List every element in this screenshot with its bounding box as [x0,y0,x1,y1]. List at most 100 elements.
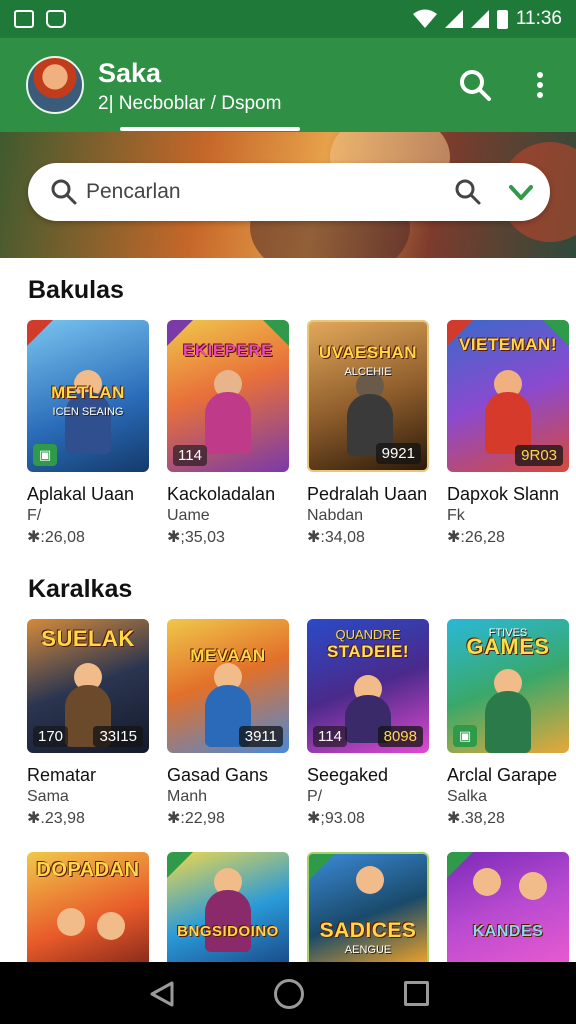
character-art [205,392,251,454]
game-card[interactable]: EKIEPERE 114 Kackoladalan Uame ✱;35,03 [167,320,289,547]
game-card[interactable]: SUELAK 170 33I15 Rematar Sama ✱.23,98 [27,619,149,828]
thumbnail-title: DOPADAN [36,859,140,881]
game-card[interactable]: FTIVES GAMES ▣ Arclal Garape Salka ✱.38,… [447,619,569,828]
score-badge: 33I15 [93,726,143,747]
game-thumbnail[interactable]: METLAN ICEN SEAING ▣ [27,320,149,472]
game-name: Rematar [27,765,97,785]
game-card[interactable]: UVAESHAN ALCEHIE 9921 Pedralah Uaan Nabd… [307,320,429,547]
game-rating: ✱;93.08 [307,810,365,827]
game-name: Dapxok Slann [447,484,560,504]
game-rating: ✱:34,08 [307,529,365,546]
thumbnail-title: UVAESHAN [318,343,418,362]
battery-icon [496,9,508,29]
game-name: Pedralah Uaan [307,484,428,504]
game-card[interactable]: KANDES [447,852,569,964]
corner-badge [543,320,569,346]
character-art [205,890,251,952]
home-icon[interactable] [274,979,304,1009]
level-badge: 114 [173,445,207,466]
signal-icon-2 [470,10,489,28]
game-thumbnail[interactable]: VIETEMAN! 9R03 [447,320,569,472]
game-name: Kackoladalan [167,484,276,504]
system-nav-bar [0,962,576,1024]
search-icon[interactable] [458,68,492,102]
game-row: SUELAK 170 33I15 Rematar Sama ✱.23,98 ME… [27,619,569,828]
corner-badge [27,320,53,346]
game-thumbnail[interactable]: SUELAK 170 33I15 [27,619,149,753]
status-right: 11:36 [412,8,562,30]
wifi-icon [412,9,437,28]
image-icon: ▣ [453,725,477,747]
app-header: Saka 2| Necboblar / Dspom [0,38,576,132]
level-badge: 114 [313,726,347,747]
game-card[interactable]: BNGSIDOINO [167,852,289,964]
more-options-icon[interactable] [528,68,552,102]
game-developer: F/ [27,507,42,524]
search-icon [51,179,77,205]
corner-badge [167,320,193,346]
game-thumbnail[interactable]: QUANDRE STADEIE! 114 8098 [307,619,429,753]
search-input[interactable] [86,173,446,211]
game-rating: ✱;35,03 [167,529,225,546]
game-developer: Manh [167,788,208,805]
game-thumbnail[interactable]: BNGSIDOINO [167,852,289,964]
game-card[interactable]: DOPADAN [27,852,149,964]
corner-badge [309,854,335,880]
game-thumbnail[interactable]: UVAESHAN ALCEHIE 9921 [307,320,429,472]
game-developer: Uame [167,507,210,524]
thumbnail-title: KANDES [472,923,544,940]
character-art [473,868,501,896]
game-thumbnail[interactable]: MEVAAN 3911 [167,619,289,753]
section-title: Bakulas [28,276,124,304]
corner-badge [447,852,473,878]
game-name: Aplakal Uaan [27,484,135,504]
game-thumbnail[interactable]: EKIEPERE 114 [167,320,289,472]
game-developer: Nabdan [307,507,364,524]
game-card[interactable]: SADICES AENGUE [307,852,429,964]
thumbnail-subtitle: AENGUE [344,944,392,956]
search-submit-icon[interactable] [454,178,482,206]
status-time: 11:36 [515,8,562,29]
game-card[interactable]: MEVAAN 3911 Gasad Gans Manh ✱:22,98 [167,619,289,828]
tab-indicator [120,127,300,131]
game-thumbnail[interactable]: FTIVES GAMES ▣ [447,619,569,753]
thumbnail-title: METLAN [51,383,125,402]
game-rating: ✱:26,08 [27,529,85,546]
status-left [14,10,66,28]
score-badge: 9R03 [515,445,563,466]
avatar[interactable] [26,56,84,114]
game-thumbnail[interactable]: SADICES AENGUE [307,852,429,964]
game-card[interactable]: QUANDRE STADEIE! 114 8098 Seegaked P/ ✱;… [307,619,429,828]
thumbnail-title: BNGSIDOINO [177,923,279,940]
app-title: Saka [98,58,162,88]
corner-badge [263,320,289,346]
game-name: Arclal Garape [447,765,558,785]
image-icon: ▣ [33,444,57,466]
level-badge: 170 [33,726,69,747]
game-developer: Fk [447,507,465,524]
game-thumbnail[interactable]: DOPADAN [27,852,149,964]
game-row: DOPADAN BNGSIDOINO SADICES AENGUE KANDES [27,852,569,964]
thumbnail-title: MEVAAN [190,646,266,665]
thumbnail-subtitle: ALCEHIE [344,366,392,378]
thumbnail-title: SUELAK [41,626,135,651]
game-name: Gasad Gans [167,765,269,785]
back-icon[interactable] [148,980,176,1008]
corner-badge [447,320,473,346]
check-icon[interactable] [506,177,536,207]
game-rating: ✱:26,28 [447,529,505,546]
game-thumbnail[interactable]: KANDES [447,852,569,964]
character-art [356,866,384,894]
character-art [519,872,547,900]
signal-icon [444,10,463,28]
score-badge: 3911 [238,726,283,747]
app-notification-icon [46,10,66,28]
game-developer: Salka [447,788,488,805]
thumbnail-subtitle: QUANDRE [335,627,401,642]
game-card[interactable]: VIETEMAN! 9R03 Dapxok Slann Fk ✱:26,28 [447,320,569,547]
game-card[interactable]: METLAN ICEN SEAING ▣ Aplakal Uaan F/ ✱:2… [27,320,149,547]
app-subtitle: 2| Necboblar / Dspom [98,93,282,114]
thumbnail-subtitle: ICEN SEAING [52,406,124,418]
game-row: METLAN ICEN SEAING ▣ Aplakal Uaan F/ ✱:2… [27,320,569,547]
recent-apps-icon[interactable] [404,981,429,1006]
